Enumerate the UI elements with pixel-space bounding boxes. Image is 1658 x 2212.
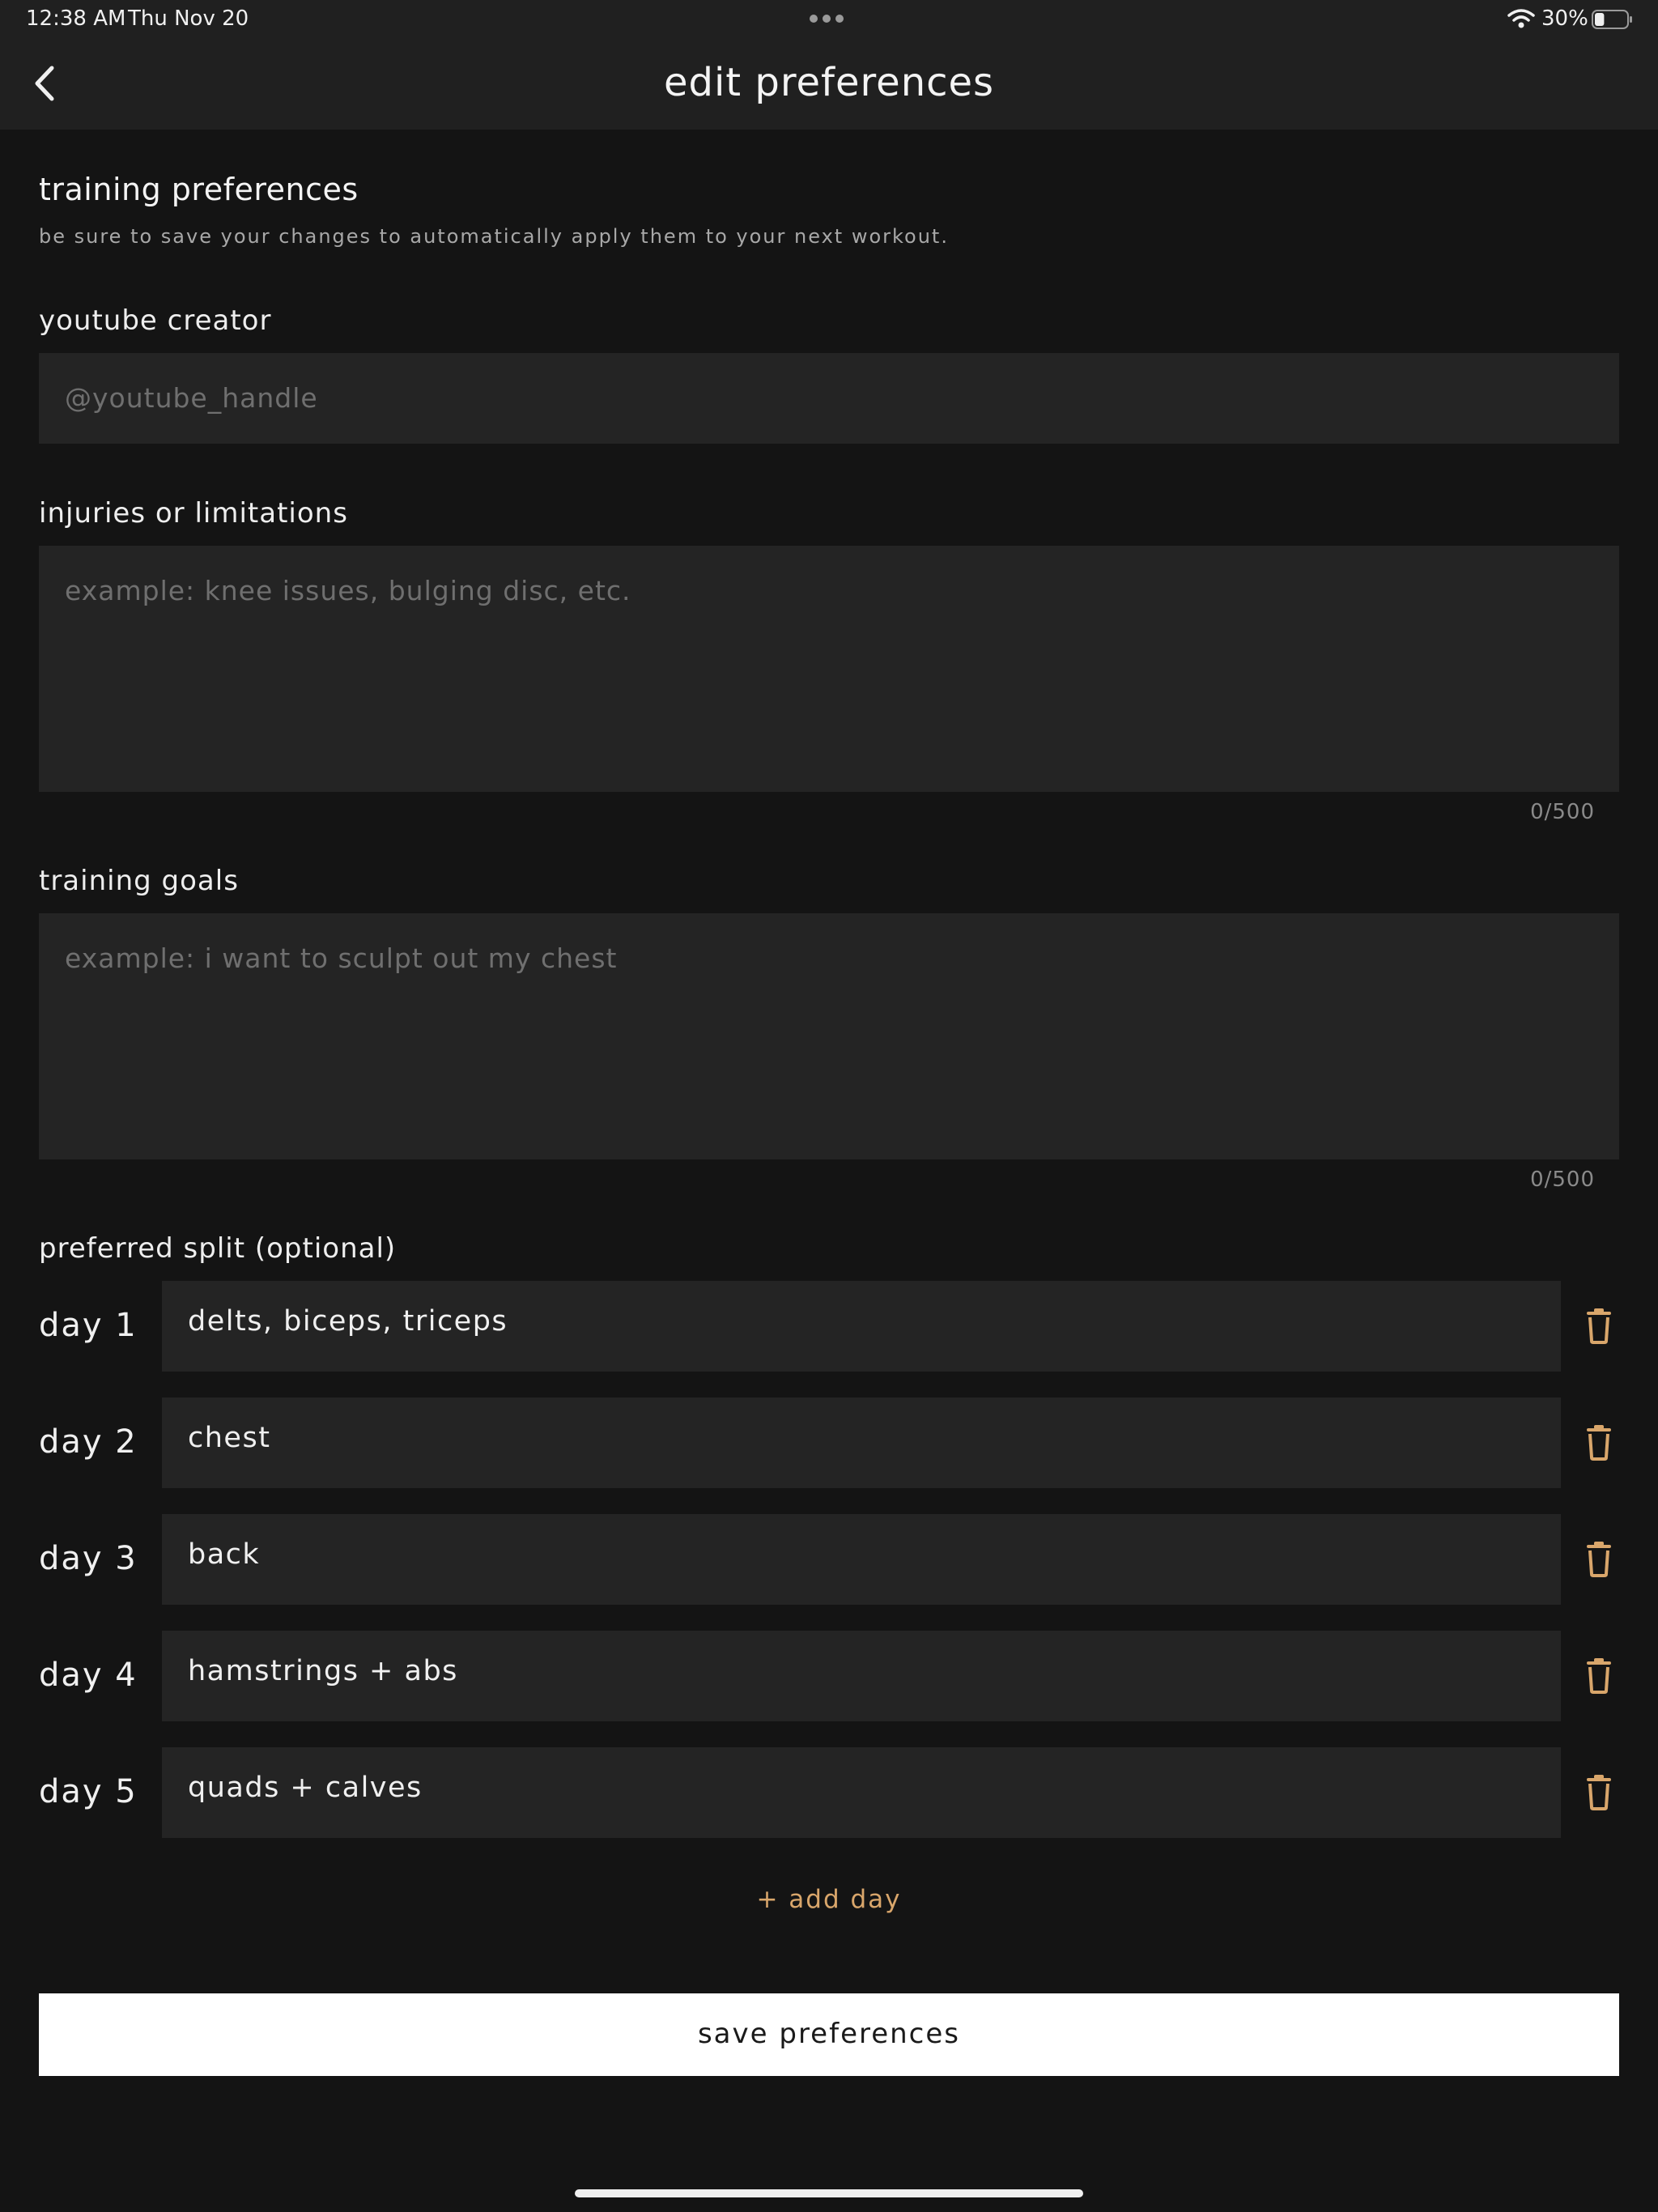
preferred-split-label: preferred split (optional) (39, 1232, 397, 1265)
day-value: delts, biceps, triceps (188, 1305, 508, 1338)
page-title: edit preferences (663, 60, 995, 105)
status-bar: 12:38 AM Thu Nov 20 30% (0, 0, 1658, 39)
youtube-handle-input[interactable]: @youtube_handle (39, 353, 1619, 444)
day-label: day 1 (39, 1307, 138, 1344)
status-date: Thu Nov 20 (128, 6, 249, 31)
trash-icon[interactable] (1585, 1425, 1613, 1461)
training-goals-char-counter: 0/500 (1530, 1168, 1595, 1192)
day-label: day 2 (39, 1423, 138, 1461)
youtube-creator-label: youtube creator (39, 304, 272, 337)
day-label: day 3 (39, 1540, 138, 1577)
day-input[interactable]: hamstrings + abs (162, 1631, 1561, 1721)
add-day-button[interactable]: + add day (0, 1885, 1658, 1914)
trash-icon[interactable] (1585, 1658, 1613, 1694)
section-title: training preferences (39, 172, 359, 207)
trash-icon[interactable] (1585, 1775, 1613, 1810)
more-dots-icon[interactable] (810, 15, 844, 23)
injuries-textarea[interactable]: example: knee issues, bulging disc, etc. (39, 546, 1619, 792)
day-input[interactable]: quads + calves (162, 1747, 1561, 1838)
injuries-char-counter: 0/500 (1530, 800, 1595, 824)
wifi-icon (1507, 9, 1535, 28)
day-label: day 5 (39, 1773, 138, 1810)
section-subtitle: be sure to save your changes to automati… (39, 225, 949, 248)
day-input[interactable]: chest (162, 1397, 1561, 1488)
battery-icon (1592, 10, 1632, 29)
injuries-label: injuries or limitations (39, 497, 348, 530)
battery-percent: 30% (1541, 6, 1588, 31)
save-preferences-button[interactable]: save preferences (39, 1993, 1619, 2076)
day-value: quads + calves (188, 1772, 423, 1804)
youtube-handle-placeholder: @youtube_handle (65, 382, 318, 414)
status-time: 12:38 AM (26, 6, 126, 31)
trash-icon[interactable] (1585, 1542, 1613, 1577)
training-goals-textarea[interactable]: example: i want to sculpt out my chest (39, 913, 1619, 1159)
day-input[interactable]: delts, biceps, triceps (162, 1281, 1561, 1372)
training-goals-label: training goals (39, 865, 239, 897)
day-label: day 4 (39, 1657, 138, 1694)
training-goals-placeholder: example: i want to sculpt out my chest (65, 942, 618, 974)
day-input[interactable]: back (162, 1514, 1561, 1605)
save-preferences-label: save preferences (697, 2018, 961, 2050)
trash-icon[interactable] (1585, 1308, 1613, 1344)
nav-bar: edit preferences (0, 39, 1658, 130)
day-value: back (188, 1538, 261, 1571)
injuries-placeholder: example: knee issues, bulging disc, etc. (65, 575, 631, 606)
day-value: hamstrings + abs (188, 1655, 458, 1687)
day-value: chest (188, 1422, 271, 1454)
home-indicator[interactable] (575, 2189, 1083, 2197)
